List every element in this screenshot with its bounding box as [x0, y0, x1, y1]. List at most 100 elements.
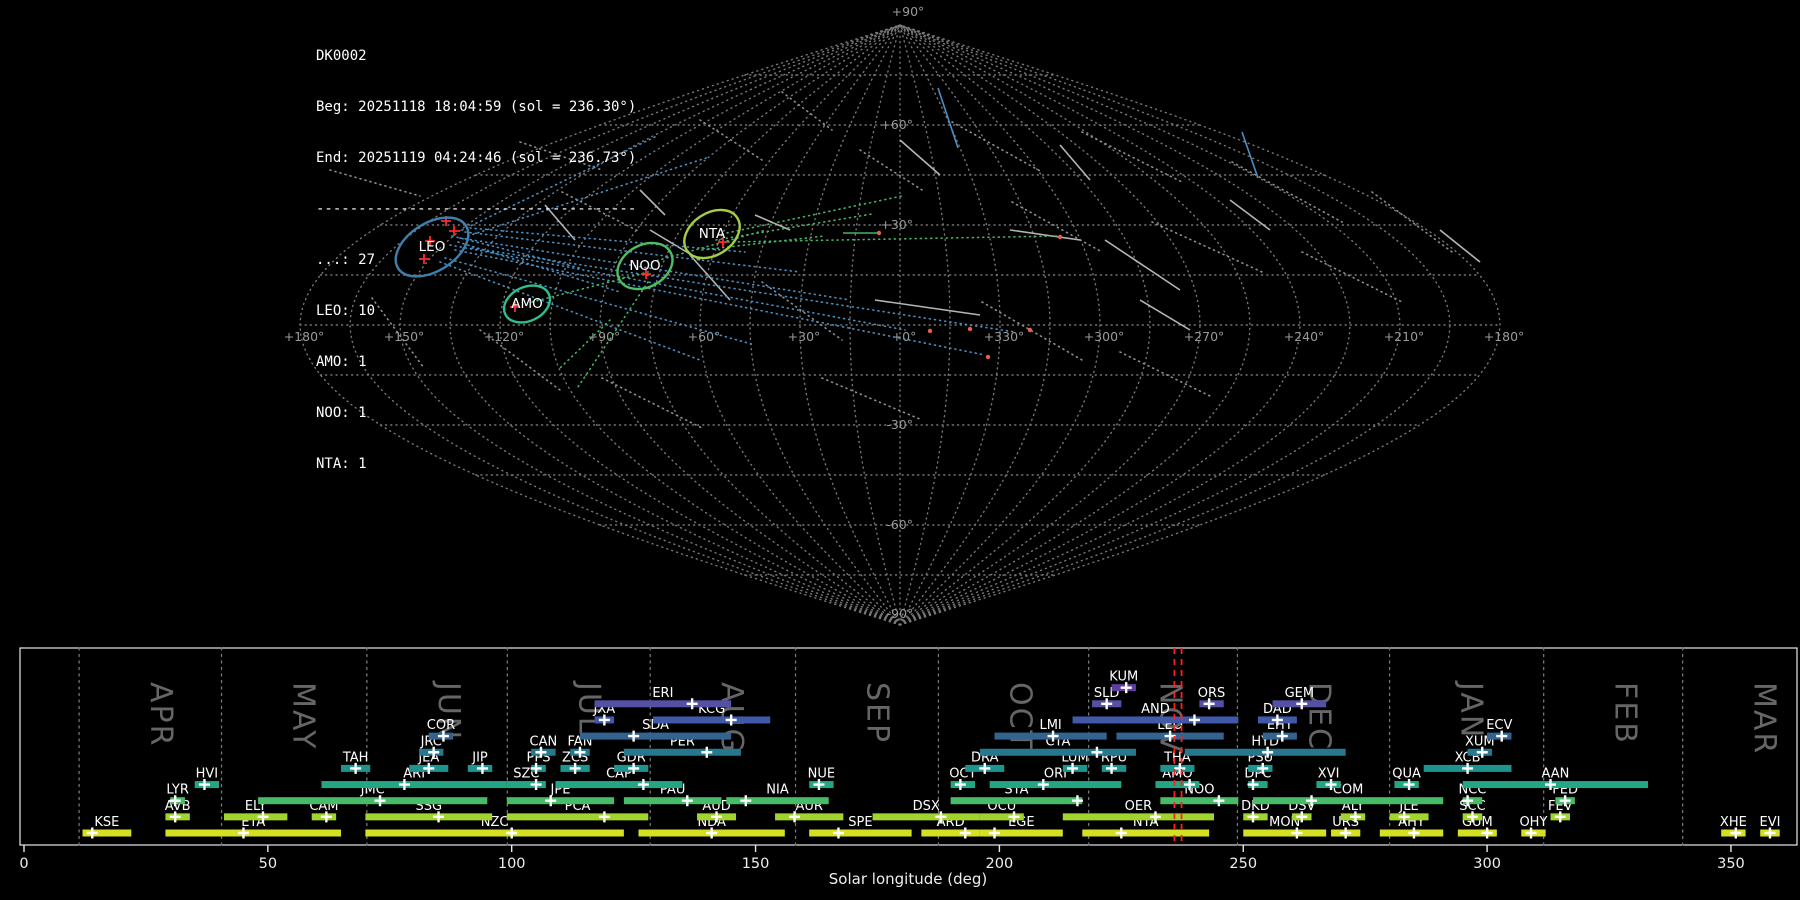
shower-label-xvi: XVI [1318, 767, 1340, 782]
shower-peak-marker [628, 730, 640, 742]
count-amo: AMO: 1 [316, 354, 367, 370]
shower-label-nue: NUE [808, 767, 835, 782]
x-tick-label: 250 [1229, 856, 1257, 872]
month-label-may: MAY [286, 682, 321, 750]
trail-end-dot [876, 230, 882, 236]
shower-bar-aur [775, 813, 844, 821]
month-label-apr: APR [143, 682, 178, 747]
shower-bar-ard [921, 829, 980, 837]
shower-label-dsx: DSX [913, 799, 940, 814]
shower-bar-oer [1062, 813, 1214, 821]
shower-peak-marker [637, 779, 649, 791]
sporadic-meteor-trail [699, 119, 763, 161]
shower-peak-marker [989, 827, 1001, 839]
shower-bar-and [1072, 716, 1239, 724]
x-tick-label: 150 [742, 856, 770, 872]
shower-bar-ori [989, 781, 1122, 789]
begin-time-line: Beg: 20251118 18:04:59 (sol = 236.30°) [316, 99, 637, 115]
latitude-label: -30° [886, 417, 913, 432]
shower-label-ohy: OHY [1519, 815, 1547, 830]
end-time-line: End: 20251119 04:24:46 (sol = 236.73°) [316, 150, 637, 166]
meteor-trail [874, 299, 981, 316]
radiant-label-nta: NTA [699, 226, 726, 242]
sporadic-meteor-trail [821, 377, 923, 421]
sporadic-meteor-trail [1151, 221, 1263, 273]
shower-label-nia: NIA [766, 783, 789, 798]
shower-label-spe: SPE [848, 815, 872, 830]
meteor-trail [689, 254, 731, 301]
month-label-mar: MAR [1747, 682, 1782, 755]
count-noo: NOO: 1 [316, 405, 367, 421]
shower-label-lmi: LMI [1039, 718, 1061, 733]
separator-line: -------------------------------------- [316, 201, 637, 217]
north-pole-label: +90° [892, 4, 925, 19]
shower-bar-pca [506, 813, 649, 821]
trail-end-dot [927, 328, 933, 334]
shower-bar-nta [1082, 829, 1210, 837]
meridian-gridline [599, 24, 901, 626]
shower-label-gem: GEM [1285, 686, 1315, 701]
shower-bar-jpe [506, 797, 615, 805]
shower-peak-marker [740, 795, 752, 807]
info-panel: DK0002 Beg: 20251118 18:04:59 (sol = 236… [316, 14, 636, 507]
shower-peak-marker [686, 698, 698, 710]
sporadic-meteor-trail [1301, 251, 1403, 303]
latitude-label: -60° [886, 517, 913, 532]
shower-bar-per [623, 748, 741, 756]
month-label-jan: JAN [1454, 680, 1489, 739]
shower-label-kum: KUM [1109, 670, 1138, 685]
shower-label-jip: JIP [471, 750, 488, 765]
latitude-label: +30° [880, 217, 913, 232]
shower-bar-ssg [365, 813, 493, 821]
longitude-label: +300° [1084, 329, 1125, 344]
shower-bar-jmc [258, 797, 488, 805]
x-tick-label: 350 [1717, 856, 1745, 872]
shower-bar-ari [321, 781, 507, 789]
shower-bar-cap [555, 781, 683, 789]
x-tick-label: 100 [498, 856, 526, 872]
shower-label-lyr: LYR [166, 783, 189, 798]
x-tick-label: 50 [259, 856, 277, 872]
shower-label-aan: AAN [1541, 767, 1569, 782]
longitude-label: +240° [1284, 329, 1325, 344]
longitude-label: +60° [688, 329, 721, 344]
shower-bar-spe [809, 829, 912, 837]
meteor-trail [1009, 229, 1081, 241]
shower-bar-sda [579, 732, 732, 740]
shower-label-cor: COR [427, 718, 455, 733]
shower-peak-marker [1213, 795, 1225, 807]
activity-timeline: APRMAYJUNJULAUGSEPOCTNOVDECJANFEBMARKSEE… [19, 647, 1798, 888]
shower-label-xhe: XHE [1720, 815, 1747, 830]
shower-label-and: AND [1141, 702, 1170, 717]
trail-end-dot [1027, 327, 1033, 333]
meteor-trail [754, 214, 791, 231]
x-axis-title: Solar longitude (deg) [829, 870, 987, 888]
shower-label-eri: ERI [652, 686, 673, 701]
shower-peak-marker [1115, 827, 1127, 839]
shower-bar-cta [979, 748, 1136, 756]
shower-peak-marker [701, 746, 713, 758]
month-label-feb: FEB [1608, 682, 1643, 745]
shower-peak-marker [832, 827, 844, 839]
x-tick-label: 300 [1473, 856, 1501, 872]
shower-label-ecv: ECV [1486, 718, 1512, 733]
sporadic-meteor-trail [1371, 191, 1453, 253]
shower-bar-nzc [365, 829, 624, 837]
shower-bar-sta [950, 797, 1083, 805]
leo-meteor-trail-group [937, 87, 1259, 179]
meteor-trail [1439, 229, 1481, 263]
x-tick-label: 0 [19, 856, 28, 872]
longitude-label: +0° [892, 329, 917, 344]
meteor-trail [1104, 239, 1181, 291]
trail-end-dot [1057, 234, 1063, 240]
shower-bar-eta [165, 829, 342, 837]
shower-label-hvi: HVI [196, 767, 219, 782]
shower-peak-marker [598, 811, 610, 823]
longitude-label: +180° [1484, 329, 1525, 344]
shower-bar-mon [1243, 829, 1327, 837]
south-pole-label: -90° [887, 606, 914, 621]
sporadic-meteor-trail [859, 149, 923, 191]
trail-end-dot [967, 326, 973, 332]
shower-label-qua: QUA [1392, 767, 1421, 782]
trail-end-dot [985, 354, 991, 360]
